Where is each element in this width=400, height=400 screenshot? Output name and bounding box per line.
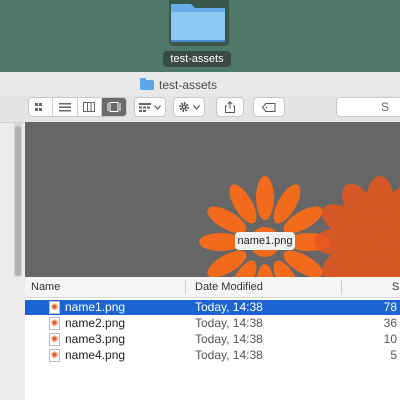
list-view-button[interactable] — [53, 98, 78, 116]
window-title-text: test-assets — [159, 78, 218, 92]
file-name: name3.png — [65, 332, 126, 346]
file-size: 36 — [383, 316, 397, 330]
table-row[interactable]: ✺ name4.png Today, 14:38 5 — [25, 348, 400, 363]
table-row[interactable]: ✺ name1.png Today, 14:38 78 — [25, 300, 400, 315]
action-button[interactable] — [173, 97, 205, 117]
png-file-icon: ✺ — [49, 349, 60, 362]
title-bar[interactable]: test-assets — [0, 72, 400, 96]
grid-icon — [35, 102, 43, 111]
file-name: name4.png — [65, 348, 126, 362]
window-title: test-assets — [140, 77, 217, 93]
gallery-caption: name1.png — [235, 232, 295, 250]
file-size: 5 — [390, 348, 397, 362]
toolbar: S — [0, 96, 400, 123]
file-size: 10 — [383, 332, 397, 346]
view-switcher — [28, 97, 127, 117]
png-file-icon: ✺ — [49, 317, 60, 330]
chevron-down-icon — [193, 104, 200, 110]
tag-icon — [262, 102, 276, 112]
sidebar-strip — [14, 277, 22, 400]
gallery-view-button[interactable] — [101, 98, 126, 116]
desktop-folder[interactable] — [163, 0, 233, 50]
file-list: Name Date Modified S ✺ name1.png Today, … — [25, 277, 400, 400]
list-icon — [58, 102, 71, 111]
group-icon — [139, 102, 151, 112]
column-header-name[interactable]: Name — [31, 281, 60, 293]
file-name: name2.png — [65, 316, 126, 330]
icon-view-button[interactable] — [29, 98, 54, 116]
share-button[interactable] — [216, 97, 244, 117]
search-field[interactable]: S — [336, 97, 400, 117]
search-text: S — [381, 100, 390, 114]
png-file-icon: ✺ — [49, 333, 60, 346]
share-icon — [225, 101, 235, 113]
table-row[interactable]: ✺ name3.png Today, 14:38 10 — [25, 332, 400, 347]
group-button[interactable] — [134, 97, 166, 117]
folder-icon — [171, 4, 225, 42]
gear-icon — [179, 102, 189, 112]
png-file-icon: ✺ — [49, 301, 60, 314]
columns-icon — [83, 102, 96, 112]
file-date: Today, 14:38 — [195, 348, 263, 362]
scrollbar-thumb[interactable] — [15, 126, 21, 276]
tag-button[interactable] — [253, 97, 285, 117]
column-view-button[interactable] — [78, 98, 102, 116]
table-row[interactable]: ✺ name2.png Today, 14:38 36 — [25, 316, 400, 331]
desktop-folder-label: test-assets — [163, 51, 231, 67]
column-header-date[interactable]: Date Modified — [195, 281, 263, 293]
file-date: Today, 14:38 — [195, 332, 263, 346]
file-size: 78 — [383, 300, 397, 314]
file-date: Today, 14:38 — [195, 300, 263, 314]
file-list-header: Name Date Modified S — [25, 277, 400, 298]
column-divider[interactable] — [341, 280, 342, 294]
file-name: name1.png — [65, 300, 126, 314]
folder-icon — [140, 78, 154, 90]
chevron-down-icon — [154, 104, 161, 110]
finder-window: test-assets S name1.png Name Date Modifi… — [0, 72, 400, 400]
column-divider[interactable] — [185, 280, 186, 294]
file-date: Today, 14:38 — [195, 316, 263, 330]
column-header-size[interactable]: S — [392, 281, 399, 293]
gallery-icon — [107, 102, 121, 112]
desktop: test-assets — [0, 0, 400, 72]
